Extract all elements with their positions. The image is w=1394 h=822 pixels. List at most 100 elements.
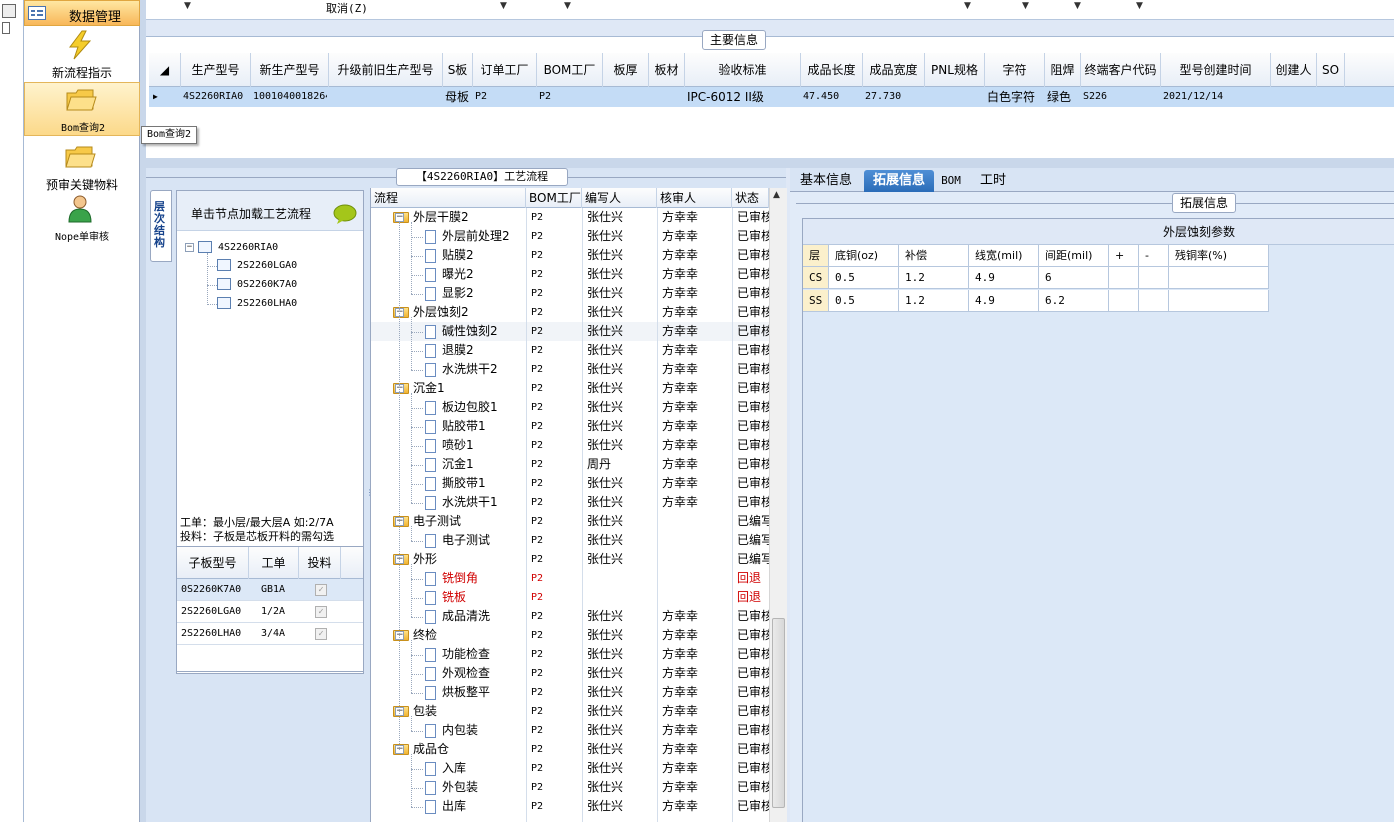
process-name-cell[interactable]: 板边包胶1	[425, 398, 526, 417]
table-row[interactable]: 内包装 P2 张仕兴 方幸幸 已审核	[371, 721, 769, 740]
process-name-cell[interactable]: 沉金1	[425, 455, 526, 474]
process-name-cell[interactable]: 外形	[393, 550, 526, 569]
col-header[interactable]: SO	[1317, 53, 1345, 87]
col-header[interactable]: +	[1109, 245, 1139, 267]
col-header[interactable]: 流程	[371, 188, 526, 208]
process-name-cell[interactable]: 包装	[393, 702, 526, 721]
cell[interactable]: 0.5	[829, 267, 899, 289]
process-name-cell[interactable]: 铣倒角	[425, 569, 526, 588]
tree-node[interactable]: 2S2260LGA0	[217, 257, 297, 275]
cell[interactable]: 47.450	[803, 87, 861, 107]
col-header[interactable]: BOM工厂	[537, 53, 603, 87]
col-header[interactable]: BOM工厂	[526, 188, 582, 208]
process-name-cell[interactable]: 出库	[425, 797, 526, 816]
col-header[interactable]: S板	[443, 53, 473, 87]
cell[interactable]	[1109, 267, 1139, 289]
nav-item-nope-review[interactable]: Nope单审核	[24, 192, 140, 246]
comment-icon[interactable]	[333, 204, 357, 224]
cell[interactable]: 6	[1039, 267, 1109, 289]
tab-basic-info[interactable]: 基本信息	[794, 170, 858, 192]
process-name-cell[interactable]: 撕胶带1	[425, 474, 526, 493]
feed-checkbox[interactable]: ✓	[315, 584, 327, 596]
process-name-cell[interactable]: 成品清洗	[425, 607, 526, 626]
cell[interactable]: 27.730	[865, 87, 923, 107]
splitter[interactable]	[146, 158, 1394, 168]
cell[interactable]: P2	[539, 87, 601, 107]
collapse-icon[interactable]: −	[185, 242, 194, 252]
table-row[interactable]: 撕胶带1 P2 张仕兴 方幸幸 已审核	[371, 474, 769, 493]
table-row[interactable]: 外包装 P2 张仕兴 方幸幸 已审核	[371, 778, 769, 797]
cell[interactable]	[651, 87, 683, 107]
chevron-down-icon[interactable]: ▼	[564, 1, 571, 11]
table-row[interactable]: 外观检查 P2 张仕兴 方幸幸 已审核	[371, 664, 769, 683]
table-row[interactable]: 板边包胶1 P2 张仕兴 方幸幸 已审核	[371, 398, 769, 417]
table-row[interactable]: 电子测试 P2 张仕兴 已编写	[371, 512, 769, 531]
col-header[interactable]: 成品宽度	[863, 53, 925, 87]
tab-layer-structure[interactable]: 层次结构	[150, 190, 172, 262]
col-header[interactable]: 编写人	[582, 188, 657, 208]
process-name-cell[interactable]: 水洗烘干2	[425, 360, 526, 379]
table-row[interactable]: 显影2 P2 张仕兴 方幸幸 已审核	[371, 284, 769, 303]
table-row[interactable]: 沉金1 P2 周丹 方幸幸 已审核	[371, 455, 769, 474]
table-row[interactable]: 曝光2 P2 张仕兴 方幸幸 已审核	[371, 265, 769, 284]
cell[interactable]: 1.2	[899, 290, 969, 312]
collapse-icon[interactable]: −	[395, 213, 404, 222]
col-header[interactable]: 间距(mil)	[1039, 245, 1109, 267]
tab-bom[interactable]: BOM	[936, 170, 966, 192]
cell[interactable]: SS	[803, 290, 829, 312]
table-row[interactable]: 铣板 P2 回退	[371, 588, 769, 607]
process-name-cell[interactable]: 外观检查	[425, 664, 526, 683]
table-row[interactable]: 终检 P2 张仕兴 方幸幸 已审核	[371, 626, 769, 645]
cell[interactable]	[1169, 290, 1269, 312]
process-name-cell[interactable]: 功能检查	[425, 645, 526, 664]
col-header[interactable]: 板厚	[603, 53, 649, 87]
table-row[interactable]: 外形 P2 张仕兴 已编写	[371, 550, 769, 569]
process-name-cell[interactable]: 喷砂1	[425, 436, 526, 455]
process-name-cell[interactable]: 外层干膜2	[393, 208, 526, 227]
cell[interactable]: 2021/12/14	[1163, 87, 1269, 107]
col-header[interactable]: 线宽(mil)	[969, 245, 1039, 267]
col-header[interactable]: 型号创建时间	[1161, 53, 1271, 87]
process-name-cell[interactable]: 入库	[425, 759, 526, 778]
col-header[interactable]: 创建人	[1271, 53, 1317, 87]
chevron-down-icon[interactable]: ▼	[1136, 1, 1143, 11]
cell[interactable]: 母板	[445, 87, 471, 107]
chevron-down-icon[interactable]: ▼	[1074, 1, 1081, 11]
row-indicator-icon[interactable]: ▶	[153, 87, 181, 107]
table-row[interactable]: 电子测试 P2 张仕兴 已编写	[371, 531, 769, 550]
table-row[interactable]: 沉金1 P2 张仕兴 方幸幸 已审核	[371, 379, 769, 398]
chevron-down-icon[interactable]: ▼	[500, 1, 507, 11]
cell[interactable]: 10010400182644	[253, 87, 327, 107]
col-header[interactable]: 生产型号	[181, 53, 251, 87]
table-row[interactable]: 功能检查 P2 张仕兴 方幸幸 已审核	[371, 645, 769, 664]
table-row[interactable]: 水洗烘干1 P2 张仕兴 方幸幸 已审核	[371, 493, 769, 512]
process-name-cell[interactable]: 曝光2	[425, 265, 526, 284]
process-name-cell[interactable]: 贴膜2	[425, 246, 526, 265]
table-row[interactable]: 包装 P2 张仕兴 方幸幸 已审核	[371, 702, 769, 721]
cell[interactable]: 4.9	[969, 267, 1039, 289]
cell[interactable]: 0.5	[829, 290, 899, 312]
cell[interactable]	[1273, 87, 1315, 107]
app-icon[interactable]	[2, 4, 16, 18]
cell[interactable]: 6.2	[1039, 290, 1109, 312]
col-header[interactable]: 订单工厂	[473, 53, 537, 87]
process-name-cell[interactable]: 水洗烘干1	[425, 493, 526, 512]
cell[interactable]	[1109, 290, 1139, 312]
cancel-button[interactable]: 取消(Z)	[326, 0, 368, 16]
process-name-cell[interactable]: 电子测试	[425, 531, 526, 550]
table-row[interactable]: 2S2260LGA0 1/2A ✓	[177, 601, 363, 623]
process-name-cell[interactable]: 碱性蚀刻2	[425, 322, 526, 341]
scroll-thumb[interactable]	[772, 618, 785, 808]
col-header[interactable]: 底铜(oz)	[829, 245, 899, 267]
feed-checkbox[interactable]: ✓	[315, 606, 327, 618]
table-row[interactable]: 0S2260K7A0 GB1A ✓	[177, 579, 363, 601]
col-header[interactable]: 板材	[649, 53, 685, 87]
process-name-cell[interactable]: 退膜2	[425, 341, 526, 360]
table-row[interactable]: 贴膜2 P2 张仕兴 方幸幸 已审核	[371, 246, 769, 265]
col-header[interactable]: 成品长度	[801, 53, 863, 87]
cell[interactable]: 1.2	[899, 267, 969, 289]
tab-extended-info[interactable]: 拓展信息	[864, 170, 934, 192]
tree-node[interactable]: 2S2260LHA0	[217, 295, 297, 313]
col-header[interactable]: 升级前旧生产型号	[329, 53, 443, 87]
cell[interactable]: P2	[475, 87, 535, 107]
